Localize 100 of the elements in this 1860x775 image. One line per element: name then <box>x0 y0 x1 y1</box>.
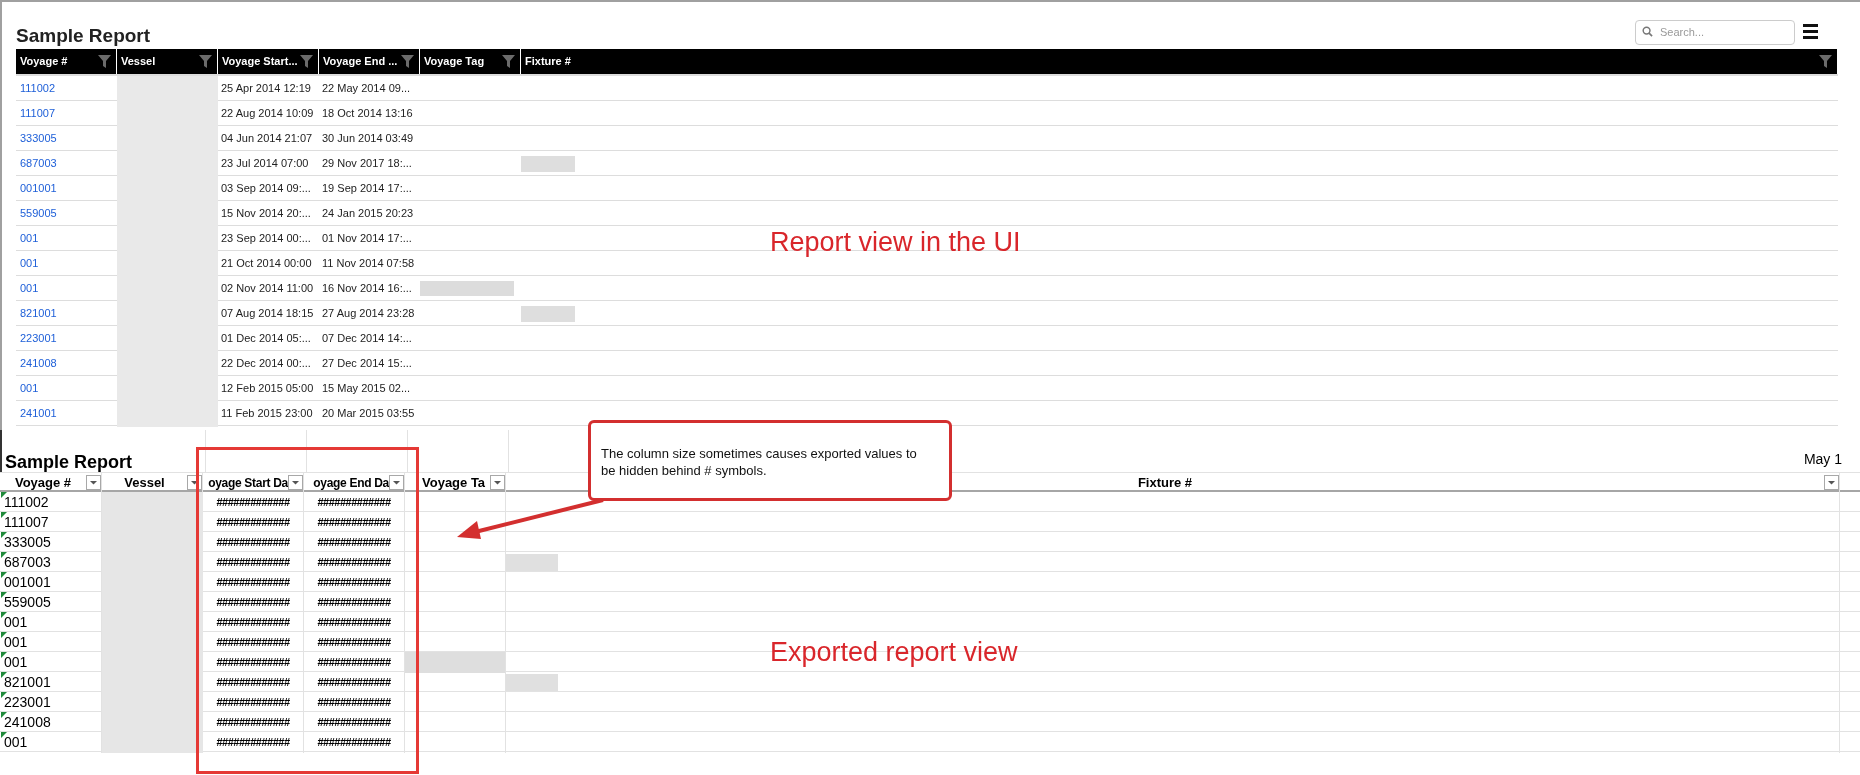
table-cell-text: ############# <box>317 615 391 631</box>
table-cell-text: 12 Feb 2015 05:00 <box>221 381 314 397</box>
table-cell-text: 001001 <box>4 573 51 592</box>
table-cell-text: 21 Oct 2014 00:00 <box>221 256 312 272</box>
column-header[interactable]: Voyage End ... <box>323 53 398 70</box>
voyage-link[interactable]: 111002 <box>20 80 56 97</box>
error-indicator-icon <box>1 612 7 618</box>
filter-icon[interactable] <box>300 55 313 68</box>
voyage-link[interactable]: 241008 <box>20 355 57 372</box>
voyage-link[interactable]: 111007 <box>20 105 56 122</box>
voyage-link[interactable]: 559005 <box>20 205 57 222</box>
table-cell-text: 223001 <box>4 693 51 712</box>
table-cell-text: 22 Dec 2014 00:... <box>221 356 311 372</box>
dropdown-button[interactable] <box>389 475 404 491</box>
column-header[interactable]: Voyage Tag <box>424 53 485 70</box>
table-cell-text: 02 Nov 2014 11:00 <box>221 281 314 297</box>
table-cell-text: 16 Nov 2014 16:... <box>322 281 412 297</box>
voyage-link[interactable]: 687003 <box>20 155 57 172</box>
table-cell-text: 01 Dec 2014 05:... <box>221 331 311 347</box>
error-indicator-icon <box>1 632 7 638</box>
table-cell-text: ############# <box>317 695 391 711</box>
table-cell-text: 07 Dec 2014 14:... <box>322 331 412 347</box>
filter-icon[interactable] <box>199 55 212 68</box>
error-indicator-icon <box>1 692 7 698</box>
table-cell-text: ############# <box>317 735 391 751</box>
sheet-date: May 1 <box>1803 450 1842 469</box>
table-cell-text: ############# <box>216 695 290 711</box>
dropdown-button[interactable] <box>490 475 505 491</box>
table-cell-text: 27 Aug 2014 23:28 <box>322 306 415 322</box>
table-cell-text: ############# <box>216 655 290 671</box>
voyage-link[interactable]: 821001 <box>20 305 57 322</box>
filter-icon[interactable] <box>401 55 414 68</box>
table-cell-text: ############# <box>317 655 391 671</box>
table-cell-text: ############# <box>317 715 391 731</box>
error-indicator-icon <box>1 732 7 738</box>
voyage-link[interactable]: 333005 <box>20 130 57 147</box>
column-header: Fixture # <box>1136 474 1194 492</box>
dropdown-button[interactable] <box>1824 475 1839 491</box>
table-cell-text: ############# <box>216 535 290 551</box>
table-cell-text: ############# <box>216 575 290 591</box>
search-field[interactable]: Search... <box>1635 19 1795 45</box>
annotation-text: Exported report view <box>770 636 1018 669</box>
table-cell-text: 30 Jun 2014 03:49 <box>322 131 414 147</box>
error-indicator-icon <box>1 652 7 658</box>
table-cell-text: ############# <box>317 675 391 691</box>
filter-icon[interactable] <box>502 55 515 68</box>
menu-icon[interactable] <box>1803 24 1818 39</box>
filter-icon[interactable] <box>1819 55 1832 68</box>
column-header[interactable]: Voyage # <box>20 53 68 70</box>
table-cell-text: ############# <box>216 495 290 511</box>
column-header[interactable]: Voyage Start... <box>222 53 298 70</box>
table-cell-text: 111002 <box>4 493 49 512</box>
table-cell-text: 23 Sep 2014 00:... <box>221 231 311 247</box>
voyage-link[interactable]: 241001 <box>20 405 57 422</box>
table-cell-text: ############# <box>216 735 290 751</box>
table-cell-text: 559005 <box>4 593 51 612</box>
voyage-link[interactable]: 001 <box>20 380 39 397</box>
table-cell-text: 24 Jan 2015 20:23 <box>322 206 414 222</box>
table-cell-text: 241008 <box>4 713 51 732</box>
filter-icon[interactable] <box>98 55 111 68</box>
table-cell-text: 001 <box>4 613 28 632</box>
table-cell-text: 821001 <box>4 673 51 692</box>
column-header[interactable]: Vessel <box>121 53 156 70</box>
table-cell-text: 23 Jul 2014 07:00 <box>221 156 309 172</box>
error-indicator-icon <box>1 672 7 678</box>
column-header[interactable]: Fixture # <box>525 53 571 70</box>
table-cell-text: 07 Aug 2014 18:15 <box>221 306 314 322</box>
table-cell-text: 29 Nov 2017 18:... <box>322 156 412 172</box>
error-indicator-icon <box>1 532 7 538</box>
table-cell-text: 333005 <box>4 533 51 552</box>
voyage-link[interactable]: 223001 <box>20 330 57 347</box>
table-cell-text: 15 Nov 2014 20:... <box>221 206 311 222</box>
table-cell-text: 01 Nov 2014 17:... <box>322 231 412 247</box>
dropdown-button[interactable] <box>86 475 101 491</box>
table-cell-text: 001 <box>4 733 28 752</box>
table-cell-text: ############# <box>216 555 290 571</box>
table-cell-text: 22 Aug 2014 10:09 <box>221 106 314 122</box>
table-cell-text: 111007 <box>4 513 49 532</box>
table-cell-text: ############# <box>317 495 391 511</box>
voyage-link[interactable]: 001 <box>20 230 39 247</box>
voyage-link[interactable]: 001 <box>20 255 39 272</box>
column-header: Voyage Ta <box>421 474 487 492</box>
table-cell-text: ############# <box>216 515 290 531</box>
dropdown-button[interactable] <box>288 475 303 491</box>
voyage-link[interactable]: 001 <box>20 280 39 297</box>
search-icon <box>1642 26 1653 37</box>
error-indicator-icon <box>1 572 7 578</box>
column-header: oyage Start Da <box>208 474 288 492</box>
table-cell-text: 19 Sep 2014 17:... <box>322 181 412 197</box>
column-header: Voyage # <box>13 474 73 492</box>
table-cell-text: ############# <box>317 555 391 571</box>
column-header: Vessel <box>123 474 166 492</box>
table-cell-text: ############# <box>216 635 290 651</box>
table-cell-text: ############# <box>317 595 391 611</box>
table-cell-text: 11 Nov 2014 07:58 <box>322 256 415 272</box>
table-cell-text: ############# <box>216 595 290 611</box>
voyage-link[interactable]: 001001 <box>20 180 57 197</box>
error-indicator-icon <box>1 712 7 718</box>
table-cell-text: 25 Apr 2014 12:19 <box>221 81 311 97</box>
table-cell-text: 11 Feb 2015 23:00 <box>221 406 313 422</box>
